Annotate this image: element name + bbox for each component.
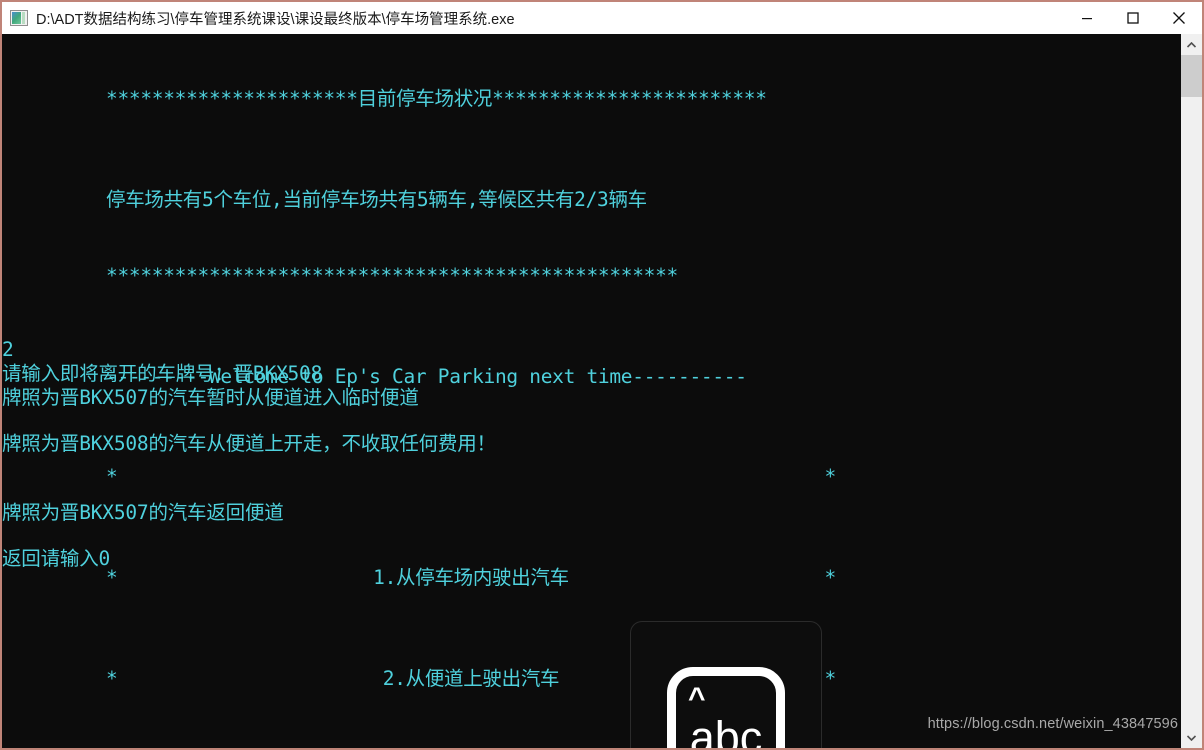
log-line-free-departure: 牌照为晋BKX508的汽车从便道上开走，不收取任何费用！ [2,432,496,455]
maximize-button[interactable] [1110,2,1156,34]
app-icon-bar [22,12,25,24]
scroll-down-button[interactable] [1181,727,1202,748]
ime-mode-label: abc [689,712,763,749]
menu-option-1-row[interactable]: * 1.从停车场内驶出汽车 * [106,565,836,590]
scrollbar-track[interactable] [1181,55,1202,727]
log-line-user-input: 2 [2,338,14,361]
ime-key-outline: ^ abc [667,667,785,748]
banner-line-capacity: 停车场共有5个车位,当前停车场共有5辆车,等候区共有2/3辆车 [106,188,647,212]
banner-line-status-header: **********************目前停车场状况***********… [106,86,836,111]
welcome-dashes-right: ---------- [632,364,747,388]
log-line-return-prompt: 返回请输入0 [2,547,111,570]
vertical-scrollbar[interactable] [1180,34,1202,748]
caret-up-icon: ^ [688,682,706,715]
blog-watermark: https://blog.csdn.net/weixin_43847596 [927,716,1178,732]
log-line-plate-prompt: 请输入即将离开的车牌号：晋BKX508 [2,362,323,385]
close-icon [1173,12,1185,24]
menu-option-1-label: 1.从停车场内驶出汽车 [373,566,569,590]
app-icon-screen [12,12,21,24]
minimize-icon [1082,18,1092,20]
console-app-icon [10,10,28,26]
scroll-up-button[interactable] [1181,34,1202,55]
log-line-temp-lane-entry: 牌照为晋BKX507的汽车暂时从便道进入临时便道 [2,386,419,409]
console-area: **********************目前停车场状况***********… [2,34,1202,748]
console-output[interactable]: **********************目前停车场状况***********… [2,34,1180,748]
title-bar[interactable]: D:\ADT数据结构练习\停车管理系统课设\课设最终版本\停车场管理系统.exe [2,2,1202,34]
status-header-title: 目前停车场状况 [357,87,493,111]
scrollbar-thumb[interactable] [1181,55,1202,97]
window-title: D:\ADT数据结构练习\停车管理系统课设\课设最终版本\停车场管理系统.exe [36,11,515,28]
stars-left: ********************** [106,87,358,111]
window-controls [1064,2,1202,34]
application-window: D:\ADT数据结构练习\停车管理系统课设\课设最终版本\停车场管理系统.exe [0,0,1204,750]
banner-line-divider: ****************************************… [106,263,679,287]
box-star-right: * [824,666,837,690]
menu-box-blank-row: * * [106,464,836,489]
stars-right: ************************ [492,87,767,111]
box-star-right: * [824,465,837,489]
chevron-down-icon [1187,734,1196,741]
close-button[interactable] [1156,2,1202,34]
chevron-up-icon [1187,41,1196,48]
ime-mode-indicator: ^ abc [630,621,822,748]
log-line-return-to-lane: 牌照为晋BKX507的汽车返回便道 [2,501,284,524]
box-star-right: * [824,566,837,590]
box-star-left: * [106,465,118,489]
maximize-icon [1127,12,1139,24]
minimize-button[interactable] [1064,2,1110,34]
